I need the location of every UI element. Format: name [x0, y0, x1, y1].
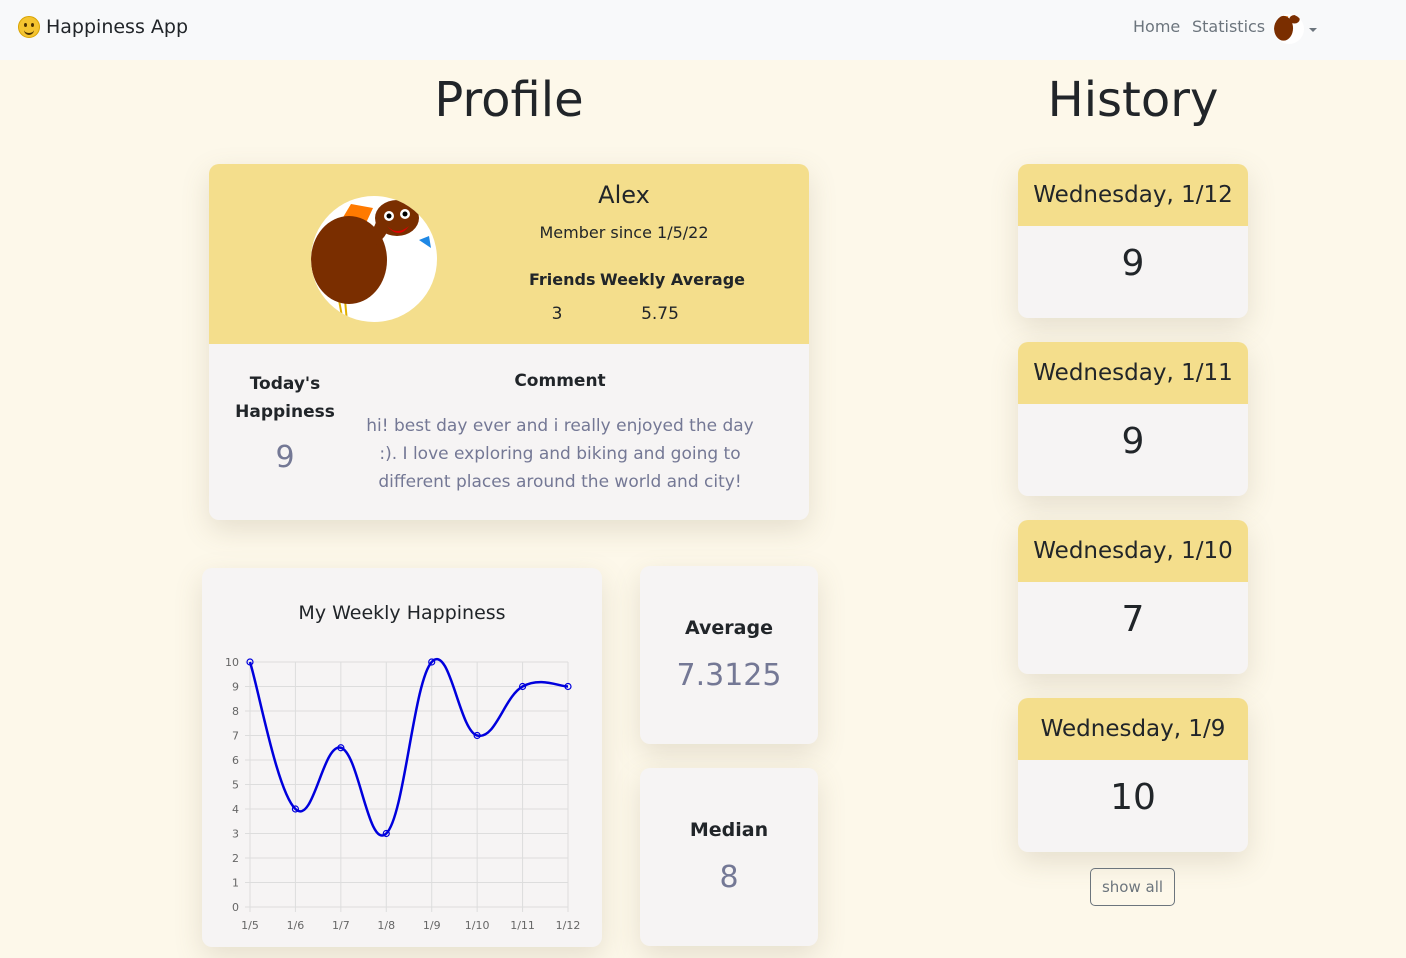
app-title: Happiness App [46, 16, 189, 38]
history-date: Wednesday, 1/12 [1018, 164, 1248, 226]
average-value: 7.3125 [676, 658, 782, 693]
navbar: Happiness App Home Statistics [0, 0, 1406, 60]
y-tick-label: 10 [225, 656, 239, 669]
profile-heading: Profile [434, 72, 584, 128]
smiley-icon [18, 16, 40, 38]
user-avatar[interactable] [1274, 14, 1304, 44]
x-tick-label: 1/11 [510, 919, 535, 932]
y-tick-label: 2 [232, 852, 239, 865]
history-value: 9 [1121, 421, 1145, 462]
history-heading: History [1047, 72, 1219, 128]
history-card: Wednesday, 1/11 9 [1018, 342, 1248, 496]
chevron-down-icon[interactable] [1309, 28, 1317, 32]
friends-value: 3 [551, 304, 563, 324]
history-date: Wednesday, 1/9 [1018, 698, 1248, 760]
y-tick-label: 0 [232, 901, 239, 914]
x-tick-label: 1/9 [423, 919, 441, 932]
x-tick-label: 1/10 [465, 919, 490, 932]
app-brand[interactable]: Happiness App [18, 16, 188, 38]
x-tick-label: 1/8 [377, 919, 395, 932]
friends-label: Friends [529, 270, 596, 289]
y-tick-label: 1 [232, 877, 239, 890]
y-tick-label: 3 [232, 828, 239, 841]
history-value: 7 [1121, 599, 1145, 640]
average-label: Average [685, 617, 773, 639]
x-tick-label: 1/7 [332, 919, 350, 932]
nav-home-link[interactable]: Home [1133, 17, 1180, 36]
profile-card: Alex Member since 1/5/22 Friends Weekly … [209, 164, 809, 520]
y-tick-label: 4 [232, 803, 239, 816]
weekly-chart-card: My Weekly Happiness 0 1 2 3 4 5 6 7 8 9 10 1/5 1/6 1/… [202, 568, 602, 947]
todays-happiness-value: 9 [275, 440, 295, 475]
profile-avatar [311, 196, 437, 322]
y-tick-label: 7 [232, 730, 239, 743]
history-date: Wednesday, 1/11 [1018, 342, 1248, 404]
profile-header: Alex Member since 1/5/22 Friends Weekly … [209, 164, 809, 344]
turkey-icon [1274, 14, 1300, 41]
y-tick-label: 8 [232, 705, 239, 718]
x-tick-label: 1/12 [556, 919, 581, 932]
median-value: 8 [719, 860, 739, 895]
turkey-icon [311, 200, 431, 322]
median-label: Median [689, 819, 769, 841]
history-card: Wednesday, 1/12 9 [1018, 164, 1248, 318]
median-card: Median 8 [640, 768, 818, 946]
x-tick-label: 1/6 [287, 919, 305, 932]
average-card: Average 7.3125 [640, 566, 818, 744]
weekly-average-value: 5.75 [641, 304, 679, 324]
y-tick-label: 5 [232, 779, 239, 792]
history-card: Wednesday, 1/9 10 [1018, 698, 1248, 852]
history-date: Wednesday, 1/10 [1018, 520, 1248, 582]
show-all-button[interactable]: show all [1090, 868, 1175, 906]
profile-name: Alex [598, 181, 650, 209]
y-tick-label: 9 [232, 681, 239, 694]
x-tick-label: 1/5 [241, 919, 259, 932]
history-value: 9 [1121, 243, 1145, 284]
weekly-average-label: Weekly Average [600, 270, 745, 289]
comment-label: Comment [514, 371, 606, 391]
history-card: Wednesday, 1/10 7 [1018, 520, 1248, 674]
member-since: Member since 1/5/22 [539, 223, 709, 242]
history-value: 10 [1110, 777, 1156, 818]
y-tick-label: 6 [232, 754, 239, 767]
todays-happiness-label: Today's Happiness [235, 374, 335, 422]
comment-text: hi! best day ever and i really enjoyed t… [366, 416, 754, 492]
line-chart: 0 1 2 3 4 5 6 7 8 9 10 1/5 1/6 1/7 1/8 1/9 1/10 1/11 1/12 [225, 656, 581, 932]
nav-statistics-link[interactable]: Statistics [1192, 17, 1265, 36]
